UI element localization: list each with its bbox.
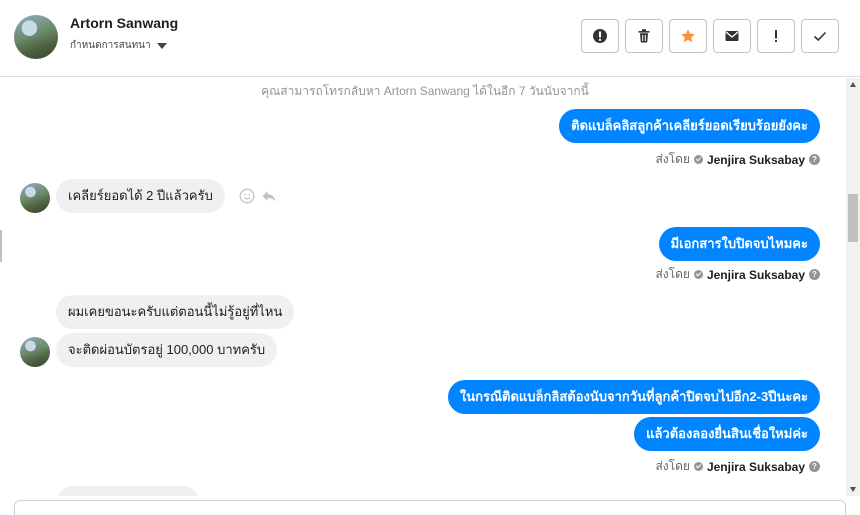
message-actions xyxy=(239,188,277,204)
help-icon[interactable]: ? xyxy=(809,461,820,472)
outgoing-message[interactable]: ติดแบล็คลิสลูกค้าเคลียร์ยอดเรียบร้อยยังค… xyxy=(559,109,820,143)
sent-by-prefix: ส่งโดย xyxy=(655,152,690,166)
outgoing-message[interactable]: มีเอกสารใบปิดจบไหมคะ xyxy=(658,227,820,261)
envelope-icon xyxy=(725,31,739,41)
follow-up-button[interactable] xyxy=(757,19,795,53)
agent-name[interactable]: Jenjira Suksabay xyxy=(707,460,805,474)
contact-name[interactable]: Artorn Sanwang xyxy=(70,15,178,31)
outgoing-message[interactable]: แล้วต้องลองยื่นสินเชื่อใหม่ค่ะ xyxy=(634,417,820,451)
check-icon xyxy=(813,31,827,42)
check-circle-icon xyxy=(693,270,703,279)
emoji-icon[interactable] xyxy=(239,188,255,204)
check-circle-icon xyxy=(693,462,703,471)
incoming-message[interactable]: จะติดผ่อนบัตรอยู่ 100,000 บาทครับ xyxy=(56,333,278,367)
alert-icon xyxy=(593,29,607,43)
mark-unread-button[interactable] xyxy=(713,19,751,53)
star-button[interactable] xyxy=(669,19,707,53)
done-button[interactable] xyxy=(801,19,839,53)
scroll-down-icon[interactable] xyxy=(850,487,856,492)
callback-notice: คุณสามารถโทรกลับหา Artorn Sanwang ได้ในอ… xyxy=(261,84,589,98)
sender-avatar[interactable] xyxy=(20,337,50,367)
reply-icon[interactable] xyxy=(261,188,277,204)
scroll-up-icon[interactable] xyxy=(850,82,856,87)
sent-by-info: ส่งโดย Jenjira Suksabay ? xyxy=(655,150,820,169)
incoming-message[interactable]: ผมเคยขอนะครับแต่ตอนนี้ไม่รู้อยู่ที่ไหน xyxy=(56,295,295,329)
sender-avatar[interactable] xyxy=(20,183,50,213)
incoming-message-partial[interactable] xyxy=(56,486,200,496)
trash-icon xyxy=(638,29,650,43)
outgoing-message[interactable]: ในกรณีติดแบล็กลิสต้องนับจากวันที่ลูกค้าป… xyxy=(447,380,820,414)
agent-name[interactable]: Jenjira Suksabay xyxy=(707,268,805,282)
conversation-toolbar xyxy=(581,19,839,53)
help-icon[interactable]: ? xyxy=(809,154,820,165)
assign-conversation-dropdown[interactable]: กำหนดการสนทนา xyxy=(70,38,167,53)
help-icon[interactable]: ? xyxy=(809,269,820,280)
conversation-header: Artorn Sanwang กำหนดการสนทนา xyxy=(0,0,860,77)
agent-name[interactable]: Jenjira Suksabay xyxy=(707,153,805,167)
caret-down-icon xyxy=(156,43,167,49)
scrollbar-thumb[interactable] xyxy=(848,194,858,242)
panel-resize-handle[interactable] xyxy=(0,230,2,262)
message-thread[interactable]: คุณสามารถโทรกลับหา Artorn Sanwang ได้ในอ… xyxy=(4,78,846,496)
sent-by-info: ส่งโดย Jenjira Suksabay ? xyxy=(655,457,820,476)
assign-label: กำหนดการสนทนา xyxy=(70,40,151,51)
exclamation-icon xyxy=(775,30,777,42)
incoming-message[interactable]: เคลียร์ยอดได้ 2 ปีแล้วครับ xyxy=(56,179,225,213)
sent-by-prefix: ส่งโดย xyxy=(655,459,690,473)
delete-button[interactable] xyxy=(625,19,663,53)
message-composer[interactable] xyxy=(14,500,846,515)
contact-avatar[interactable] xyxy=(14,15,58,59)
check-circle-icon xyxy=(693,155,703,164)
sent-by-info: ส่งโดย Jenjira Suksabay ? xyxy=(655,265,820,284)
report-button[interactable] xyxy=(581,19,619,53)
thread-scrollbar[interactable] xyxy=(846,78,860,496)
star-icon xyxy=(681,29,695,43)
sent-by-prefix: ส่งโดย xyxy=(655,267,690,281)
